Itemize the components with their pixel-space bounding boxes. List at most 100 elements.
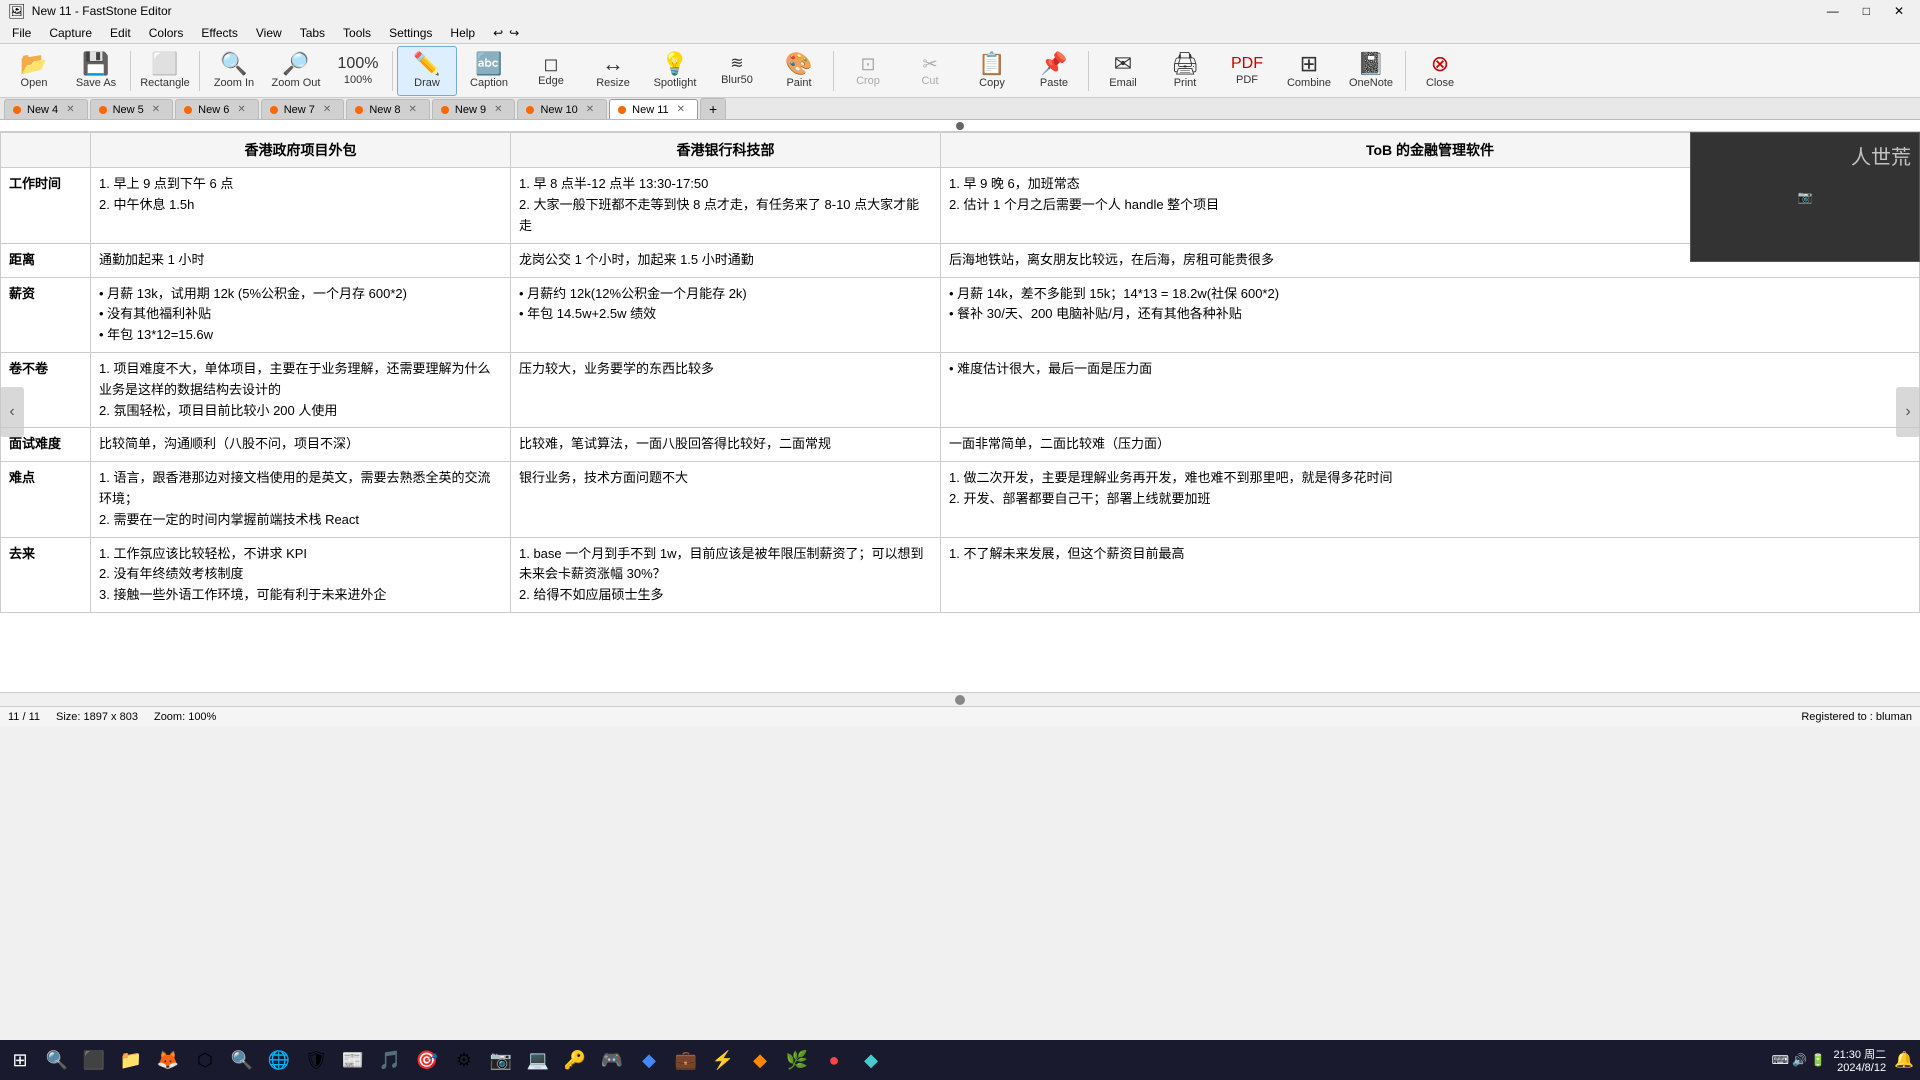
taskbar-camera[interactable]: 📷 <box>483 1042 519 1078</box>
open-button[interactable]: 📂 Open <box>4 46 64 96</box>
taskbar-settings-tray[interactable]: ⚙ <box>446 1042 482 1078</box>
toolbar-toggle2[interactable]: ↪ <box>509 26 519 40</box>
tab-new9[interactable]: New 9 ✕ <box>432 99 516 119</box>
tab-close-new4[interactable]: ✕ <box>64 104 76 115</box>
tab-new10[interactable]: New 10 ✕ <box>517 99 607 119</box>
save-as-button[interactable]: 💾 Save As <box>66 46 126 96</box>
table-cell-col1-5: 1. 语言，跟香港那边对接文档使用的是英文，需要去熟悉全英的交流环境； 2. 需… <box>91 462 511 537</box>
onenote-button[interactable]: 📓 OneNote <box>1341 46 1401 96</box>
pdf-icon: PDF <box>1231 56 1263 72</box>
tab-close-new5[interactable]: ✕ <box>150 104 162 115</box>
blur50-button[interactable]: ≋ Blur50 <box>707 46 767 96</box>
caption-button[interactable]: 🔤 Caption <box>459 46 519 96</box>
scrollbar-thumb[interactable] <box>955 695 965 705</box>
tab-close-new11[interactable]: ✕ <box>675 104 687 115</box>
taskbar-shield[interactable]: 🛡 <box>298 1042 334 1078</box>
statusbar-zoom: Zoom: 100% <box>154 711 216 723</box>
taskbar-music[interactable]: 🎵 <box>372 1042 408 1078</box>
menu-capture[interactable]: Capture <box>41 24 100 42</box>
spotlight-button[interactable]: 💡 Spotlight <box>645 46 705 96</box>
table-cell-col3-3: • 难度估计很大，最后一面是压力面 <box>941 352 1920 427</box>
tab-add-button[interactable]: + <box>700 98 726 119</box>
close-button[interactable]: ⊗ Close <box>1410 46 1470 96</box>
print-icon: 🖨 <box>1171 53 1199 75</box>
zoom-out-button[interactable]: 🔎 Zoom Out <box>266 46 326 96</box>
menu-colors[interactable]: Colors <box>141 24 192 42</box>
taskbar-key[interactable]: 🔑 <box>557 1042 593 1078</box>
tab-close-new9[interactable]: ✕ <box>492 104 504 115</box>
taskbar-red[interactable]: ● <box>816 1042 852 1078</box>
tab-close-new8[interactable]: ✕ <box>407 104 419 115</box>
start-button[interactable]: ⊞ <box>2 1042 38 1078</box>
horizontal-scrollbar[interactable] <box>0 692 1920 706</box>
maximize-button[interactable]: □ <box>1855 4 1878 18</box>
tab-dot-new4 <box>13 106 21 114</box>
zoom-in-button[interactable]: 🔍 Zoom In <box>204 46 264 96</box>
tab-dot-new7 <box>270 106 278 114</box>
minimize-button[interactable]: — <box>1819 4 1847 18</box>
print-button[interactable]: 🖨 Print <box>1155 46 1215 96</box>
taskbar-firefox[interactable]: 🦊 <box>150 1042 186 1078</box>
taskbar-news[interactable]: 📰 <box>335 1042 371 1078</box>
draw-button[interactable]: ✏️ Draw <box>397 46 457 96</box>
taskbar-green[interactable]: 🌿 <box>779 1042 815 1078</box>
titlebar-title: New 11 - FastStone Editor <box>32 4 172 18</box>
table-cell-col2-3: 压力较大，业务要学的东西比较多 <box>511 352 941 427</box>
taskbar-computer[interactable]: 💻 <box>520 1042 556 1078</box>
rectangle-button[interactable]: ⬜ Rectangle <box>135 46 195 96</box>
taskbar-explorer[interactable]: 📁 <box>113 1042 149 1078</box>
taskbar-app3[interactable]: ⬡ <box>187 1042 223 1078</box>
toolbar-toggle[interactable]: ↩ <box>493 26 503 40</box>
menu-view[interactable]: View <box>248 24 290 42</box>
taskbar-globe[interactable]: 🌐 <box>261 1042 297 1078</box>
windows-taskbar: ⊞ 🔍 ⬛ 📁 🦊 ⬡ 🔍 🌐 🛡 📰 🎵 🎯 ⚙ 📷 💻 🔑 🎮 ◆ 💼 ⚡ … <box>0 1040 1920 1080</box>
cut-button[interactable]: ✂ Cut <box>900 46 960 96</box>
statusbar-registered: Registered to : bluman <box>1801 711 1912 723</box>
menu-help[interactable]: Help <box>442 24 483 42</box>
table-cell-col3-5: 1. 做二次开发，主要是理解业务再开发，难也难不到那里吧，就是得多花时间 2. … <box>941 462 1920 537</box>
menu-tools[interactable]: Tools <box>335 24 379 42</box>
taskbar-blue[interactable]: ◆ <box>631 1042 667 1078</box>
taskbar-game[interactable]: 🎯 <box>409 1042 445 1078</box>
tab-close-new10[interactable]: ✕ <box>584 104 596 115</box>
tab-new6[interactable]: New 6 ✕ <box>175 99 259 119</box>
close-window-button[interactable]: ✕ <box>1886 4 1912 18</box>
tab-new4[interactable]: New 4 ✕ <box>4 99 88 119</box>
taskbar-notification[interactable]: 🔔 <box>1894 1050 1914 1070</box>
search-taskbar-button[interactable]: 🔍 <box>39 1042 75 1078</box>
taskbar-cyan[interactable]: ◆ <box>853 1042 889 1078</box>
copy-button[interactable]: 📋 Copy <box>962 46 1022 96</box>
tab-new5[interactable]: New 5 ✕ <box>90 99 174 119</box>
tab-close-new7[interactable]: ✕ <box>321 104 333 115</box>
pdf-button[interactable]: PDF PDF <box>1217 46 1277 96</box>
combine-button[interactable]: ⊞ Combine <box>1279 46 1339 96</box>
resize-button[interactable]: ↔ Resize <box>583 46 643 96</box>
tab-close-new6[interactable]: ✕ <box>235 104 247 115</box>
edge-button[interactable]: ◻ Edge <box>521 46 581 96</box>
paste-icon: 📌 <box>1040 53 1067 75</box>
tabs-bar: New 4 ✕ New 5 ✕ New 6 ✕ New 7 ✕ New 8 ✕ … <box>0 98 1920 120</box>
menu-settings[interactable]: Settings <box>381 24 440 42</box>
task-view-button[interactable]: ⬛ <box>76 1042 112 1078</box>
menu-effects[interactable]: Effects <box>193 24 245 42</box>
taskbar-briefcase[interactable]: 💼 <box>668 1042 704 1078</box>
tab-new8[interactable]: New 8 ✕ <box>346 99 430 119</box>
zoom-100-button[interactable]: 100% 100% <box>328 46 388 96</box>
email-button[interactable]: ✉ Email <box>1093 46 1153 96</box>
taskbar-clock[interactable]: 21:30 周二 2024/8/12 <box>1833 1046 1886 1074</box>
taskbar-game2[interactable]: 🎮 <box>594 1042 630 1078</box>
menu-edit[interactable]: Edit <box>102 24 139 42</box>
taskbar-search2[interactable]: 🔍 <box>224 1042 260 1078</box>
tab-label-new5: New 5 <box>113 104 144 116</box>
taskbar-orange[interactable]: ◆ <box>742 1042 778 1078</box>
paint-button[interactable]: 🎨 Paint <box>769 46 829 96</box>
nav-arrow-right[interactable]: › <box>1896 387 1920 437</box>
taskbar-lightning[interactable]: ⚡ <box>705 1042 741 1078</box>
paste-button[interactable]: 📌 Paste <box>1024 46 1084 96</box>
menu-tabs[interactable]: Tabs <box>292 24 333 42</box>
menu-file[interactable]: File <box>4 24 39 42</box>
tab-new11[interactable]: New 11 ✕ <box>609 99 698 119</box>
crop-button[interactable]: ⊡ Crop <box>838 46 898 96</box>
tab-new7[interactable]: New 7 ✕ <box>261 99 345 119</box>
nav-arrow-left[interactable]: ‹ <box>0 387 24 437</box>
